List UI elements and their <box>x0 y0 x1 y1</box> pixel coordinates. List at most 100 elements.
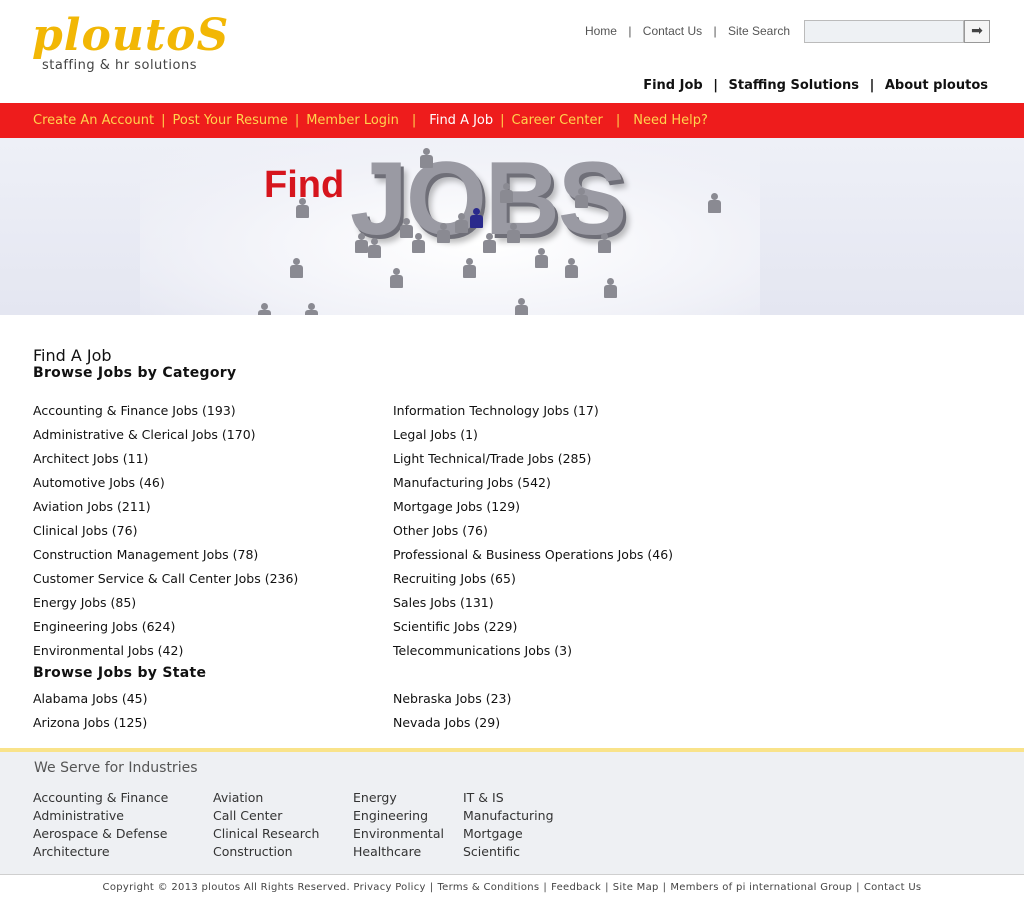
category-link[interactable]: Aviation Jobs (211) <box>33 499 151 514</box>
feedback-link[interactable]: Feedback <box>551 882 601 893</box>
industry-link[interactable]: Architecture <box>33 843 168 861</box>
industry-link[interactable]: Administrative <box>33 807 168 825</box>
category-link[interactable]: Other Jobs (76) <box>393 523 488 538</box>
home-link[interactable]: Home <box>585 24 617 38</box>
category-link[interactable]: Information Technology Jobs (17) <box>393 403 599 418</box>
logo-tagline: staffing & hr solutions <box>42 58 197 73</box>
person-figure <box>575 188 588 208</box>
nav-find-a-job[interactable]: Find A Job <box>429 113 493 128</box>
main-nav-separator: | <box>713 78 718 93</box>
red-nav-bar: Create An Account | Post Your Resume | Membe… <box>0 103 1024 138</box>
main-nav-staffing-solutions[interactable]: Staffing Solutions <box>729 78 860 93</box>
industry-link[interactable]: Clinical Research <box>213 825 319 843</box>
footer-contact-link[interactable]: Contact Us <box>864 882 922 893</box>
industry-link[interactable]: Energy <box>353 789 444 807</box>
category-link[interactable]: Construction Management Jobs (78) <box>33 547 258 562</box>
ploutos-logo[interactable]: ploutoS staffing & hr solutions <box>32 10 252 76</box>
state-heading: Browse Jobs by State <box>33 665 207 681</box>
person-figure <box>258 303 271 315</box>
person-figure <box>390 268 403 288</box>
person-figure <box>708 193 721 213</box>
privacy-policy-link[interactable]: Privacy Policy <box>353 882 425 893</box>
category-link[interactable]: Administrative & Clerical Jobs (170) <box>33 427 256 442</box>
footer-separator: | <box>605 882 609 893</box>
category-link[interactable]: Environmental Jobs (42) <box>33 643 183 658</box>
category-link[interactable]: Engineering Jobs (624) <box>33 619 175 634</box>
terms-link[interactable]: Terms & Conditions <box>437 882 539 893</box>
site-map-link[interactable]: Site Map <box>613 882 659 893</box>
industries-column: Energy Engineering Environmental Healthc… <box>353 789 444 861</box>
industry-link[interactable]: Scientific <box>463 843 554 861</box>
site-search-input[interactable] <box>804 20 964 43</box>
person-figure <box>470 208 483 228</box>
category-link[interactable]: Professional & Business Operations Jobs … <box>393 547 673 562</box>
main-nav: Find Job | Staffing Solutions | About pl… <box>640 78 991 93</box>
category-link[interactable]: Mortgage Jobs (129) <box>393 499 520 514</box>
person-figure <box>515 298 528 315</box>
industry-link[interactable]: Aviation <box>213 789 319 807</box>
category-link[interactable]: Light Technical/Trade Jobs (285) <box>393 451 591 466</box>
find-jobs-banner: Find JOBS <box>0 138 1024 315</box>
top-separator: | <box>628 24 632 38</box>
industries-column: Accounting & Finance Administrative Aero… <box>33 789 168 861</box>
industry-link[interactable]: Aerospace & Defense <box>33 825 168 843</box>
category-link[interactable]: Architect Jobs (11) <box>33 451 148 466</box>
arrow-right-icon: ➡ <box>971 23 983 39</box>
category-link[interactable]: Legal Jobs (1) <box>393 427 478 442</box>
nav-separator: | <box>411 113 417 128</box>
person-figure <box>412 233 425 253</box>
copyright-divider <box>0 874 1024 875</box>
search-submit-button[interactable]: ➡ <box>964 20 990 43</box>
industry-link[interactable]: Engineering <box>353 807 444 825</box>
person-figure <box>463 258 476 278</box>
nav-need-help[interactable]: Need Help? <box>633 113 708 128</box>
nav-post-resume[interactable]: Post Your Resume <box>172 113 287 128</box>
contact-us-link[interactable]: Contact Us <box>643 24 702 38</box>
main-nav-find-job[interactable]: Find Job <box>643 78 703 93</box>
footer-separator: | <box>543 882 548 893</box>
person-figure <box>305 303 318 315</box>
industry-link[interactable]: Accounting & Finance <box>33 789 168 807</box>
category-link[interactable]: Manufacturing Jobs (542) <box>393 475 551 490</box>
person-figure <box>604 278 617 298</box>
category-link[interactable]: Automotive Jobs (46) <box>33 475 165 490</box>
category-link[interactable]: Customer Service & Call Center Jobs (236… <box>33 571 298 586</box>
state-link[interactable]: Nevada Jobs (29) <box>393 715 500 730</box>
footer-industries: We Serve for Industries Accounting & Fin… <box>0 752 1024 874</box>
person-figure <box>535 248 548 268</box>
state-link[interactable]: Alabama Jobs (45) <box>33 691 148 706</box>
category-link[interactable]: Energy Jobs (85) <box>33 595 136 610</box>
category-link[interactable]: Clinical Jobs (76) <box>33 523 137 538</box>
category-link[interactable]: Telecommunications Jobs (3) <box>393 643 572 658</box>
logo-wordmark: ploutoS <box>32 10 230 61</box>
members-link[interactable]: Members of pi international Group <box>670 882 852 893</box>
page-title: Find A Job <box>33 346 112 365</box>
footer-separator: | <box>662 882 667 893</box>
main-nav-separator: | <box>869 78 875 93</box>
person-figure <box>455 213 468 233</box>
industry-link[interactable]: IT & IS <box>463 789 554 807</box>
nav-create-account[interactable]: Create An Account <box>33 113 154 128</box>
industry-link[interactable]: Environmental <box>353 825 444 843</box>
category-link[interactable]: Sales Jobs (131) <box>393 595 494 610</box>
main-nav-about[interactable]: About ploutos <box>885 78 988 93</box>
industries-column: IT & IS Manufacturing Mortgage Scientifi… <box>463 789 554 861</box>
industries-column: Aviation Call Center Clinical Research C… <box>213 789 319 861</box>
state-link[interactable]: Arizona Jobs (125) <box>33 715 147 730</box>
top-separator: | <box>713 24 717 38</box>
state-link[interactable]: Nebraska Jobs (23) <box>393 691 511 706</box>
nav-member-login[interactable]: Member Login <box>306 113 399 128</box>
nav-separator: | <box>615 113 621 128</box>
copyright-text: Copyright © 2013 ploutos All Rights Rese… <box>102 882 350 893</box>
industry-link[interactable]: Healthcare <box>353 843 444 861</box>
person-figure <box>296 198 309 218</box>
industry-link[interactable]: Call Center <box>213 807 319 825</box>
industry-link[interactable]: Manufacturing <box>463 807 554 825</box>
industry-link[interactable]: Construction <box>213 843 319 861</box>
category-link[interactable]: Scientific Jobs (229) <box>393 619 517 634</box>
category-link[interactable]: Accounting & Finance Jobs (193) <box>33 403 236 418</box>
nav-career-center[interactable]: Career Center <box>512 113 603 128</box>
person-figure <box>400 218 413 238</box>
industry-link[interactable]: Mortgage <box>463 825 554 843</box>
category-link[interactable]: Recruiting Jobs (65) <box>393 571 516 586</box>
